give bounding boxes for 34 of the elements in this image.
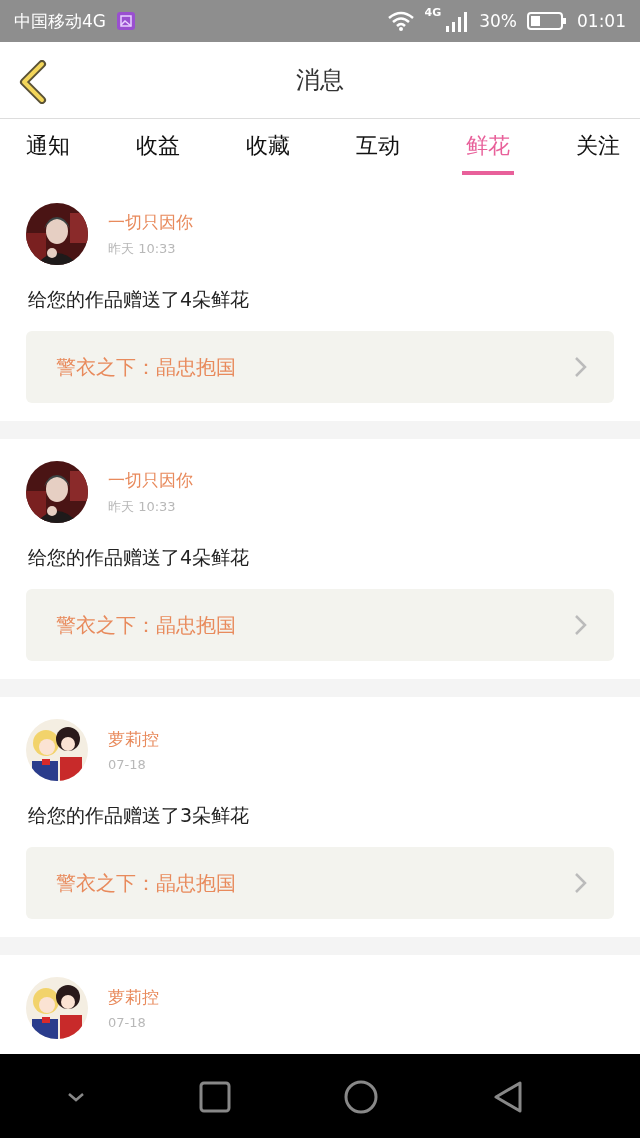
message-time: 昨天 10:33 [108, 497, 177, 516]
clock: 01:01 [577, 11, 626, 31]
signal-icon [445, 10, 470, 32]
chevron-right-icon [574, 614, 588, 636]
chevron-right-icon [574, 356, 588, 378]
message-time: 07-18 [108, 757, 147, 772]
message-text: 给您的作品赠送了4朵鲜花 [28, 545, 251, 570]
work-link[interactable]: 警衣之下：晶忠抱国 [26, 331, 614, 403]
tab[interactable]: 鲜花 [462, 119, 514, 175]
image-notification-icon [116, 11, 136, 31]
battery-percent: 30% [479, 11, 517, 31]
wifi-icon [386, 11, 415, 31]
user-name[interactable]: 萝莉控 [108, 728, 159, 751]
recent-apps-button[interactable] [198, 1081, 231, 1113]
carrier-label: 中国移动4G [14, 9, 106, 33]
work-link[interactable]: 警衣之下：晶忠抱国 [26, 589, 614, 661]
work-link[interactable]: 警衣之下：晶忠抱国 [26, 847, 614, 919]
user-name[interactable]: 一切只因你 [108, 468, 193, 492]
battery-icon [527, 11, 567, 31]
network-label: 4G [424, 6, 442, 19]
home-button[interactable] [343, 1079, 380, 1115]
tab[interactable]: 收益 [132, 119, 184, 175]
user-name[interactable]: 一切只因你 [108, 210, 193, 234]
chevron-right-icon [574, 872, 588, 894]
tab[interactable]: 互动 [352, 119, 404, 175]
message-time: 昨天 10:33 [108, 239, 177, 258]
page-title: 消息 [296, 65, 344, 96]
tab[interactable]: 通知 [22, 119, 74, 175]
tab[interactable]: 收藏 [242, 119, 294, 175]
message-text: 给您的作品赠送了3朵鲜花 [28, 803, 251, 828]
message-time: 07-18 [108, 1015, 147, 1030]
user-name[interactable]: 萝莉控 [108, 986, 159, 1009]
message-text: 给您的作品赠送了4朵鲜花 [28, 287, 251, 312]
tab[interactable]: 关注 [572, 119, 624, 175]
